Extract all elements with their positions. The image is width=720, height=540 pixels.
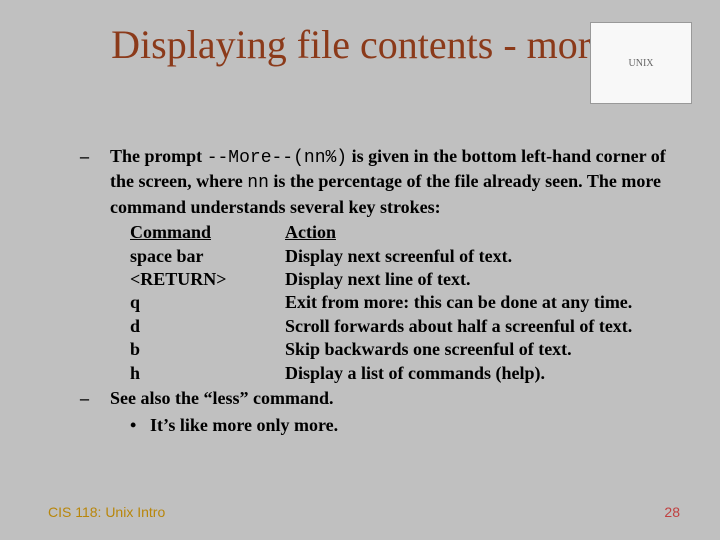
cmd-cell: space bar	[130, 245, 285, 268]
bullet-marker: •	[130, 414, 150, 437]
table-header-row: Command Action	[130, 221, 690, 244]
cmd-cell: q	[130, 291, 285, 314]
mascot-label: UNIX	[629, 58, 654, 69]
table-row: h Display a list of commands (help).	[130, 362, 690, 385]
bullet-body: The prompt --More--(nn%) is given in the…	[110, 145, 690, 219]
table-row: space bar Display next screenful of text…	[130, 245, 690, 268]
code-nn: nn	[247, 173, 269, 193]
code-prompt: --More--(nn%)	[207, 148, 347, 168]
title-text: Displaying file contents - more	[111, 22, 609, 67]
action-cell: Exit from more: this can be done at any …	[285, 291, 690, 314]
mascot-image: UNIX	[590, 22, 692, 104]
see-also-text: See also the “less” command.	[110, 387, 690, 410]
table-row: d Scroll forwards about half a screenful…	[130, 315, 690, 338]
table-row: <RETURN> Display next line of text.	[130, 268, 690, 291]
table-row: q Exit from more: this can be done at an…	[130, 291, 690, 314]
slide: Displaying file contents - more UNIX – T…	[0, 0, 720, 540]
content-area: – The prompt --More--(nn%) is given in t…	[80, 145, 690, 438]
footer-page-number: 28	[664, 504, 680, 520]
action-cell: Scroll forwards about half a screenful o…	[285, 315, 690, 338]
action-cell: Display a list of commands (help).	[285, 362, 690, 385]
cmd-cell: <RETURN>	[130, 268, 285, 291]
text: The prompt	[110, 146, 207, 166]
dash-marker: –	[80, 387, 110, 410]
table-row: b Skip backwards one screenful of text.	[130, 338, 690, 361]
header-action: Action	[285, 221, 690, 244]
cmd-cell: h	[130, 362, 285, 385]
sub-bullet: • It’s like more only more.	[130, 414, 690, 437]
action-cell: Skip backwards one screenful of text.	[285, 338, 690, 361]
cmd-cell: b	[130, 338, 285, 361]
sub-bullet-text: It’s like more only more.	[150, 414, 338, 437]
bullet-prompt-info: – The prompt --More--(nn%) is given in t…	[80, 145, 690, 219]
footer-course: CIS 118: Unix Intro	[48, 504, 165, 520]
header-command: Command	[130, 221, 285, 244]
action-cell: Display next screenful of text.	[285, 245, 690, 268]
bullet-see-also: – See also the “less” command.	[80, 387, 690, 410]
dash-marker: –	[80, 145, 110, 219]
cmd-cell: d	[130, 315, 285, 338]
action-cell: Display next line of text.	[285, 268, 690, 291]
command-table: Command Action space bar Display next sc…	[130, 221, 690, 385]
